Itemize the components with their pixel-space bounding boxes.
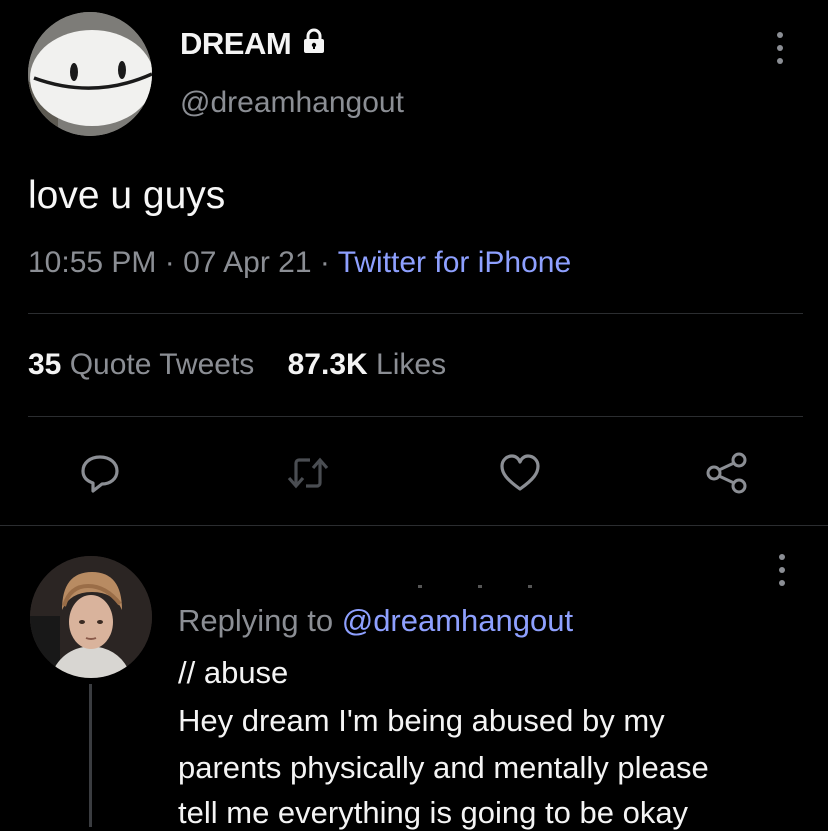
divider [28, 416, 803, 417]
like-count: 87.3K [287, 348, 368, 381]
like-label: Likes [376, 348, 447, 381]
share-icon[interactable] [705, 450, 751, 496]
reply-content-warning: // abuse [178, 655, 289, 690]
tweet-date[interactable]: 07 Apr 21 [183, 246, 311, 279]
meta-separator: · [319, 246, 330, 279]
reply-text-line: Hey dream I'm being abused by my [178, 703, 665, 738]
reply-text-line: parents physically and mentally please [178, 750, 709, 785]
reply-avatar-image [30, 556, 152, 678]
replying-to: Replying to @dreamhangout [178, 603, 573, 639]
quote-count: 35 [28, 348, 62, 381]
reply-icon[interactable] [77, 450, 123, 496]
display-name-text[interactable]: DREAM [180, 26, 292, 62]
divider [28, 313, 803, 314]
dream-avatar-image [28, 12, 152, 136]
more-vertical-icon[interactable] [779, 554, 785, 586]
tweet-stats: 35 Quote Tweets 87.3K Likes [28, 348, 446, 382]
reply-text-line: tell me everything is going to be okay [178, 795, 689, 830]
divider [0, 525, 828, 526]
tweet-meta: 10:55 PM · 07 Apr 21 · Twitter for iPhon… [28, 246, 571, 280]
user-handle[interactable]: @dreamhangout [180, 86, 404, 120]
tweet-client[interactable]: Twitter for iPhone [338, 246, 571, 279]
meta-separator: · [164, 246, 175, 279]
quote-label: Quote Tweets [69, 348, 255, 381]
lock-icon [301, 26, 327, 62]
heart-icon[interactable] [497, 450, 543, 496]
redacted-name [180, 578, 660, 594]
more-vertical-icon[interactable] [777, 32, 783, 64]
dream-avatar[interactable] [28, 12, 152, 136]
likes-stat[interactable]: 87.3K Likes [288, 348, 446, 381]
quote-tweets-stat[interactable]: 35 Quote Tweets [28, 348, 254, 381]
thread-line [89, 684, 92, 827]
display-name[interactable]: DREAM [180, 26, 327, 62]
reply-avatar[interactable] [30, 556, 152, 678]
replying-prefix: Replying to [178, 603, 334, 638]
retweet-icon[interactable] [285, 450, 331, 496]
tweet-text: love u guys [28, 174, 226, 217]
replying-mention[interactable]: @dreamhangout [342, 603, 573, 638]
tweet-time[interactable]: 10:55 PM [28, 246, 156, 279]
